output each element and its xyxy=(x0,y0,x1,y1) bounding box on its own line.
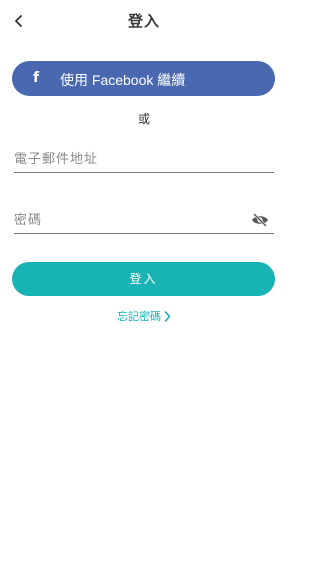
password-field-container xyxy=(14,209,274,234)
facebook-login-label: 使用 Facebook 繼續 xyxy=(60,72,186,88)
password-visibility-toggle[interactable] xyxy=(250,211,270,229)
forgot-password-link[interactable]: 忘記密碼 xyxy=(0,308,288,324)
forgot-password-label: 忘記密碼 xyxy=(117,310,161,323)
login-button[interactable]: 登入 xyxy=(12,262,275,296)
chevron-right-icon xyxy=(164,310,171,322)
facebook-icon: f xyxy=(32,70,40,86)
page-title: 登入 xyxy=(127,12,160,30)
password-field[interactable] xyxy=(14,209,244,231)
eye-off-icon xyxy=(252,213,268,227)
email-field-container xyxy=(14,148,274,173)
facebook-login-button[interactable]: f 使用 Facebook 繼續 xyxy=(12,61,275,96)
email-field[interactable] xyxy=(14,148,244,170)
header-bar: 登入 xyxy=(0,0,288,40)
or-divider-text: 或 xyxy=(137,112,150,126)
